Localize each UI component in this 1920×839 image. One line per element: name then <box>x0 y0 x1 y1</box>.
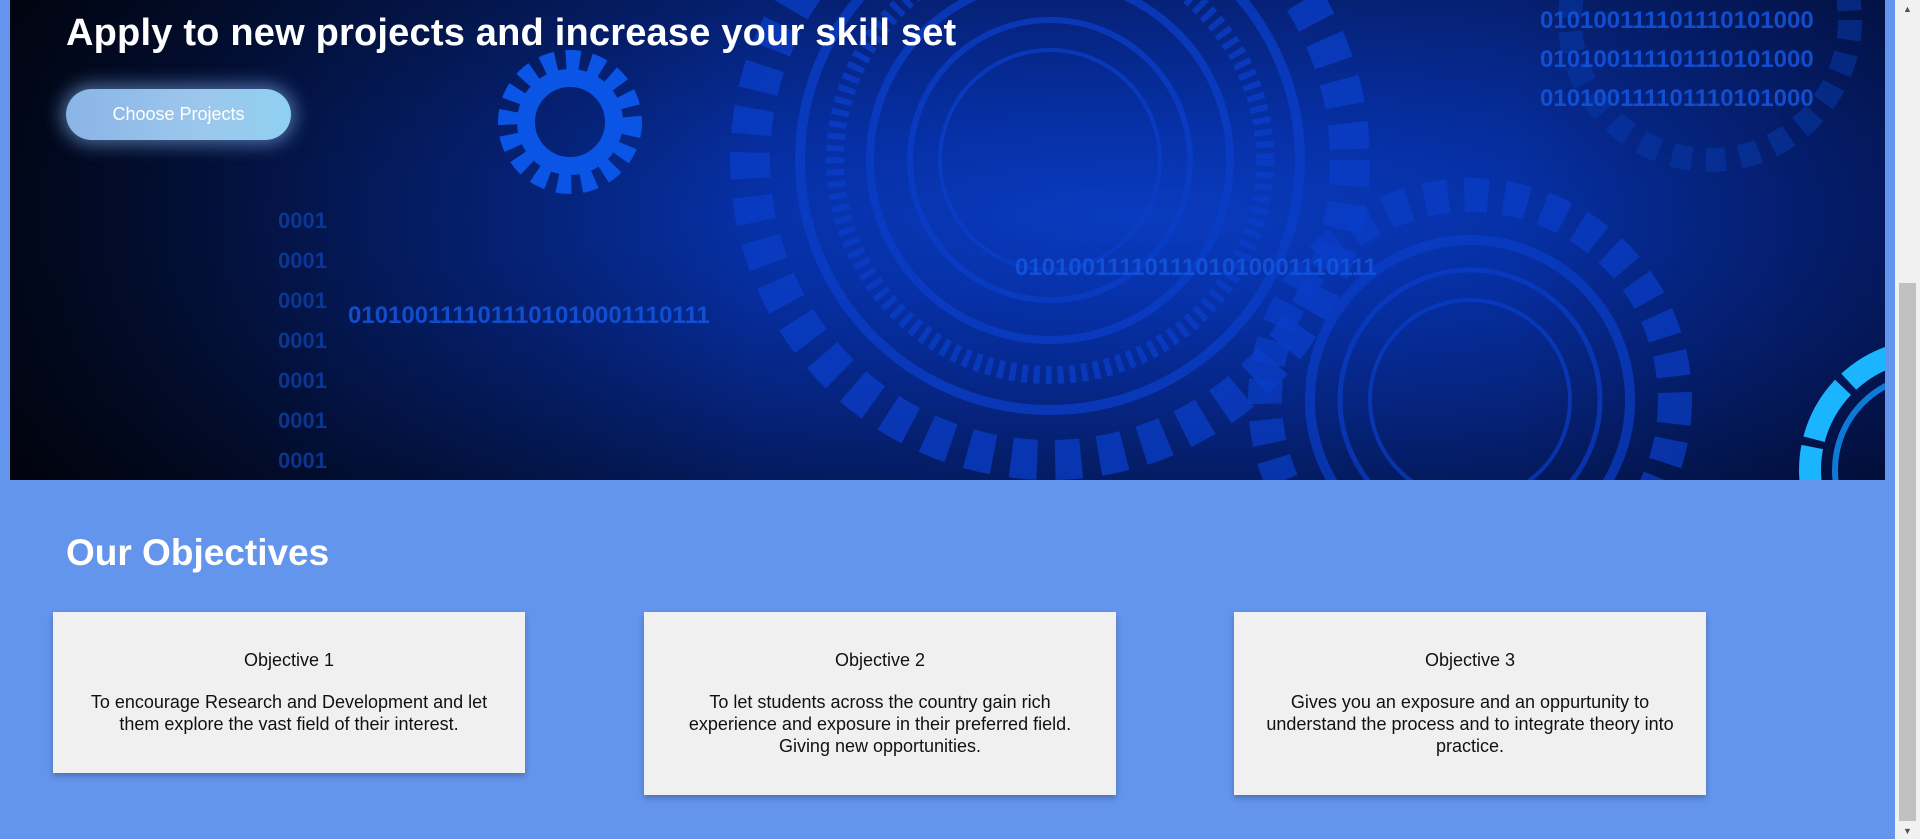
chevron-down-icon[interactable]: ▼ <box>1895 822 1920 839</box>
binary-col-2: 0001 <box>278 248 327 273</box>
objectives-heading: Our Objectives <box>66 532 330 573</box>
binary-col-6: 0001 <box>278 408 327 433</box>
binary-string-2: 0101001111011101010001110111 <box>348 302 710 329</box>
binary-col-1: 0001 <box>278 208 327 233</box>
vertical-scrollbar[interactable]: ▲ ▼ <box>1895 0 1920 839</box>
binary-string-3: 010100111101110101000 <box>1540 7 1814 34</box>
choose-projects-button[interactable]: Choose Projects <box>66 89 291 140</box>
binary-col-7: 0001 <box>278 448 327 473</box>
objective-card-3: Objective 3 Gives you an exposure and an… <box>1234 612 1706 795</box>
objective-title: Objective 3 <box>1424 650 1516 670</box>
binary-string-5: 010100111101110101000 <box>1540 85 1814 112</box>
binary-string-1: 0101001111011101010001110111 <box>1015 254 1377 281</box>
objective-card-1: Objective 1 To encourage Research and De… <box>53 612 525 773</box>
binary-col-3: 0001 <box>278 288 327 313</box>
scrollbar-thumb[interactable] <box>1899 283 1916 821</box>
hero-gear-artwork: 0101001111011101010001110111 01010011110… <box>278 0 1885 480</box>
objective-title: Objective 1 <box>243 650 335 670</box>
binary-col-4: 0001 <box>278 328 327 353</box>
objective-text: Gives you an exposure and an oppurtunity… <box>1266 692 1674 756</box>
hero-title: Apply to new projects and increase your … <box>66 12 957 54</box>
binary-string-4: 010100111101110101000 <box>1540 46 1814 73</box>
binary-col-5: 0001 <box>278 368 327 393</box>
objective-title: Objective 2 <box>834 650 926 670</box>
objective-text: To let students across the country gain … <box>688 692 1072 756</box>
hero-banner: 0101001111011101010001110111 01010011110… <box>10 0 1885 480</box>
objective-card-2: Objective 2 To let students across the c… <box>644 612 1116 795</box>
chevron-up-icon[interactable]: ▲ <box>1895 0 1920 17</box>
objective-text: To encourage Research and Development an… <box>90 692 488 734</box>
